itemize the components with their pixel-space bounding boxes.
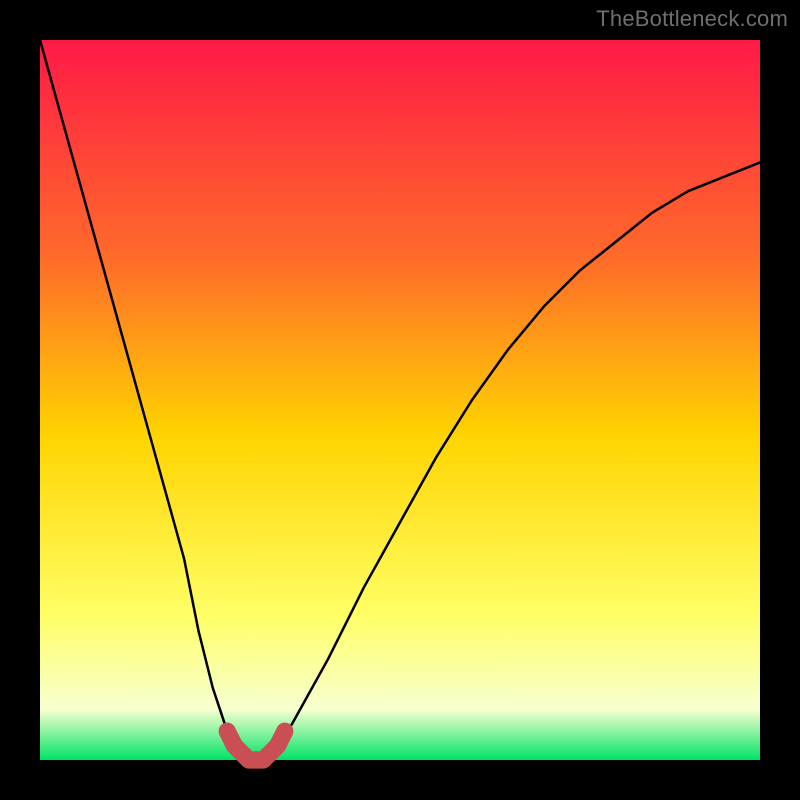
watermark-text: TheBottleneck.com (596, 6, 788, 32)
chart-frame: TheBottleneck.com (0, 0, 800, 800)
plot-area (40, 40, 760, 760)
bottleneck-curve (40, 40, 760, 760)
highlight-minimum (227, 731, 285, 760)
curve-layer (40, 40, 760, 760)
